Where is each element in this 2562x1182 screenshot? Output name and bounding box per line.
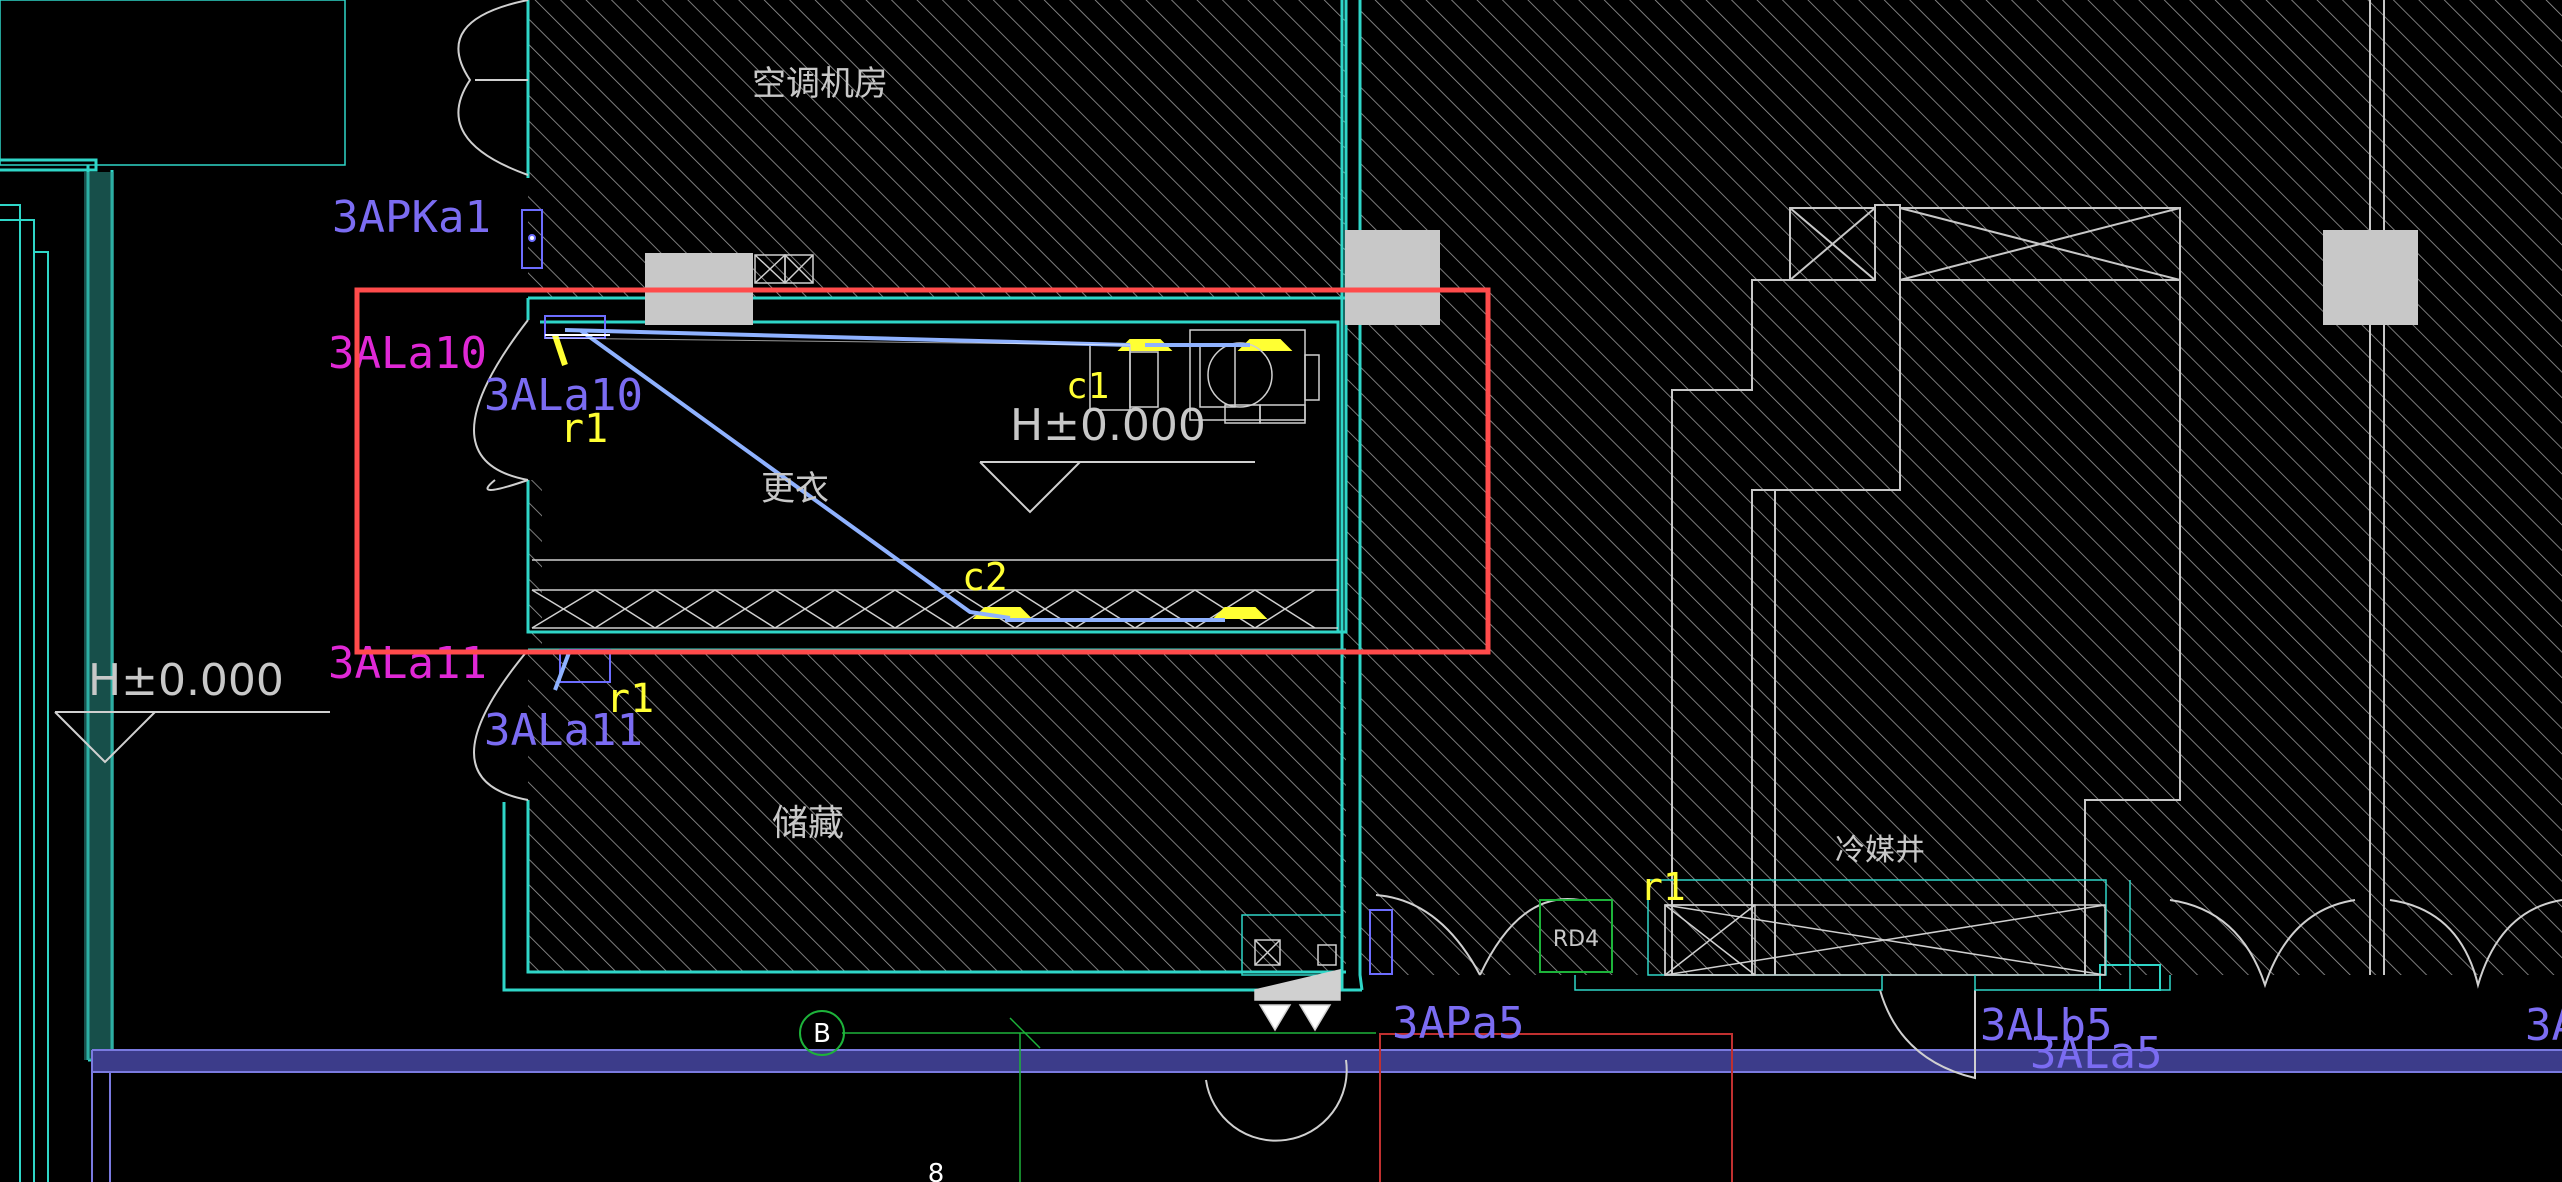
circuit-label-c2[interactable]: c2 — [962, 555, 1008, 599]
circuit-label-3apka1[interactable]: 3APKa1 — [332, 192, 491, 243]
circuit-label-r1-mid[interactable]: r1 — [606, 676, 654, 722]
elevation-label-center: H±0.000 — [1010, 400, 1206, 451]
bottom-beam — [91, 1049, 2562, 1182]
changing-room-inner — [540, 320, 1340, 632]
room-label-changing: 更衣 — [761, 469, 829, 509]
left-room-outline — [0, 0, 346, 166]
rd4-label: RD4 — [1553, 927, 1599, 952]
conduit-routes — [553, 328, 1250, 691]
elevation-label-left: H±0.000 — [88, 655, 284, 706]
hatch-left-strip — [528, 480, 542, 650]
grid-axis-b-label: B — [813, 1019, 831, 1049]
circuit-label-right-edge[interactable]: 3A — [2525, 1000, 2562, 1051]
circuit-label-3ala10-magenta[interactable]: 3ALa10 — [328, 328, 487, 379]
circuit-label-r1-top[interactable]: r1 — [560, 406, 608, 452]
circuit-label-3ala11-magenta[interactable]: 3ALa11 — [328, 638, 487, 689]
circuit-label-r1-right[interactable]: r1 — [1640, 865, 1686, 909]
room-label-cold-shaft: 冷媒井 — [1835, 833, 1925, 868]
hatch-changing-band — [1346, 298, 1360, 648]
room-label-ac-room: 空调机房 — [752, 64, 888, 104]
circuit-label-3ala5[interactable]: 3ALa5 — [2030, 1028, 2162, 1079]
room-label-storage: 储藏 — [772, 803, 844, 844]
circuit-label-c1[interactable]: c1 — [1066, 366, 1109, 407]
grid-bottom-marker: 8 — [928, 1159, 945, 1182]
circuit-label-3apa5[interactable]: 3APa5 — [1392, 998, 1524, 1049]
hatch-right-block — [1360, 0, 2562, 975]
grid-axis-b: B 8 — [799, 1010, 1376, 1182]
cad-drawing-canvas[interactable]: B 8 H±0.000 H±0.000 RD4 空调机房 更衣 储藏 冷媒井 3… — [0, 0, 2562, 1182]
